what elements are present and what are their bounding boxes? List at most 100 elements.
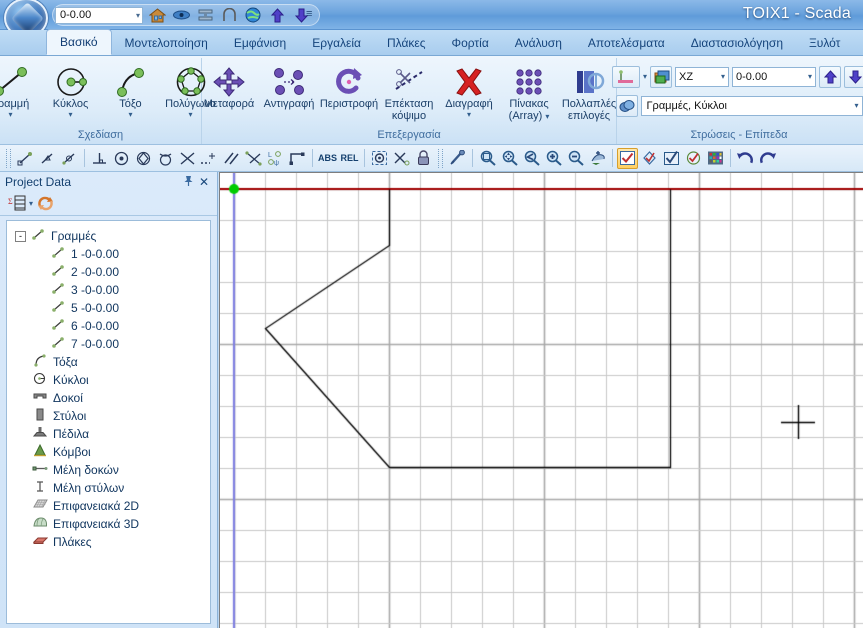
- drawing-canvas[interactable]: [219, 172, 863, 628]
- list-item[interactable]: Κόμβοι: [7, 443, 210, 461]
- layer-select-icon[interactable]: [615, 95, 638, 117]
- zoom-in-icon[interactable]: [543, 148, 564, 169]
- grid-toggle-icon[interactable]: [617, 147, 638, 169]
- tab-7[interactable]: Αποτελέσματα: [575, 31, 678, 55]
- list-item[interactable]: Κύκλοι: [7, 371, 210, 389]
- snap-endpoint-icon[interactable]: [15, 148, 36, 169]
- expander-collapse-icon[interactable]: -: [15, 230, 26, 242]
- refresh-icon[interactable]: [37, 196, 54, 211]
- draw-arc-button[interactable]: Τόξο ▾: [102, 62, 160, 119]
- tab-1[interactable]: Μοντελοποίηση: [112, 31, 221, 55]
- quick-access-more-icon[interactable]: ≡: [306, 8, 312, 20]
- toolbar-grip[interactable]: [438, 148, 443, 168]
- otrack-toggle-icon[interactable]: [683, 148, 704, 169]
- snap-from-icon[interactable]: [287, 148, 308, 169]
- snap-intersection-icon[interactable]: [177, 148, 198, 169]
- chevron-down-icon[interactable]: ▾: [854, 102, 858, 110]
- list-item[interactable]: Επιφανειακά 3D: [7, 515, 210, 533]
- arrow-up-icon[interactable]: [267, 6, 287, 24]
- list-item[interactable]: Μέλη στύλων: [7, 479, 210, 497]
- snap-lock-icon[interactable]: [413, 148, 434, 169]
- tab-8[interactable]: Διαστασιολόγηση: [678, 31, 796, 55]
- copy-button[interactable]: Αντιγραφή: [260, 62, 318, 111]
- layer-selection-combo[interactable]: Γραμμές, Κύκλοι ▾: [640, 96, 863, 116]
- zoom-out-icon[interactable]: [565, 148, 586, 169]
- pin-icon[interactable]: [180, 175, 196, 190]
- list-item[interactable]: 6 -0-0.00: [7, 317, 210, 335]
- snap-tangent-icon[interactable]: [155, 148, 176, 169]
- snap-extension-icon[interactable]: [199, 148, 220, 169]
- arch-frame-icon[interactable]: [219, 6, 239, 24]
- level-up-button[interactable]: [819, 66, 842, 88]
- house-icon[interactable]: [147, 6, 167, 24]
- snap-apparent-icon[interactable]: [243, 148, 264, 169]
- chevron-down-icon[interactable]: ▾: [467, 110, 471, 119]
- zoom-window-icon[interactable]: [477, 148, 498, 169]
- tab-4[interactable]: Πλάκες: [374, 31, 439, 55]
- tab-0[interactable]: Βασικό: [46, 29, 112, 55]
- snap-perpendicular-icon[interactable]: [89, 148, 110, 169]
- globe-icon[interactable]: [243, 6, 263, 24]
- quick-access-level-combo[interactable]: 0-0.00 ▾: [55, 6, 143, 24]
- project-data-tree[interactable]: - Γραμμές 1 -0-0.00 2 -0-0.00 3 -0-0.00 5 -0-…: [6, 220, 211, 624]
- list-item[interactable]: Επιφανειακά 2D: [7, 497, 210, 515]
- toolbar-grip[interactable]: [6, 148, 11, 168]
- level-marker-icon[interactable]: [612, 66, 640, 88]
- snap-parallel-icon[interactable]: [221, 148, 242, 169]
- chevron-down-icon[interactable]: ▾: [188, 110, 192, 119]
- draw-circle-button[interactable]: Κύκλος ▾: [42, 62, 100, 119]
- chevron-down-icon[interactable]: ▾: [8, 110, 12, 119]
- snap-center-icon[interactable]: [111, 148, 132, 169]
- summary-tree-icon[interactable]: Σ ▾: [8, 195, 33, 212]
- list-item[interactable]: 2 -0-0.00: [7, 263, 210, 281]
- tab-3[interactable]: Εργαλεία: [299, 31, 374, 55]
- level-down-button[interactable]: [844, 66, 863, 88]
- undo-icon[interactable]: [735, 148, 756, 169]
- list-item[interactable]: Πλάκες: [7, 533, 210, 551]
- delete-button[interactable]: Διαγραφή ▾: [440, 62, 498, 119]
- snap-toggle-icon[interactable]: [661, 148, 682, 169]
- list-item[interactable]: 3 -0-0.00: [7, 281, 210, 299]
- list-item[interactable]: Δοκοί: [7, 389, 210, 407]
- layers-stack-icon[interactable]: [650, 66, 673, 88]
- list-item[interactable]: Τόξα: [7, 353, 210, 371]
- list-item[interactable]: Στύλοι: [7, 407, 210, 425]
- rotate-button[interactable]: Περιστροφή: [320, 62, 378, 111]
- list-item[interactable]: - Γραμμές: [7, 227, 210, 245]
- trim-extend-button[interactable]: Επέκταση κόψιμο: [380, 62, 438, 122]
- snap-none-icon[interactable]: [391, 148, 412, 169]
- color-palette-icon[interactable]: [705, 148, 726, 169]
- snap-insertion-icon[interactable]: Lψ: [265, 148, 286, 169]
- cad-viewport[interactable]: [220, 173, 863, 628]
- list-item[interactable]: 7 -0-0.00: [7, 335, 210, 353]
- tab-9[interactable]: Ξυλότ: [796, 31, 853, 55]
- coords-absolute-icon[interactable]: ABS: [317, 148, 338, 169]
- chevron-down-icon[interactable]: ▾: [128, 110, 132, 119]
- close-icon[interactable]: ✕: [196, 175, 212, 189]
- pan-hand-icon[interactable]: [447, 148, 468, 169]
- level-combo[interactable]: 0-0.00 ▾: [732, 67, 817, 87]
- tab-6[interactable]: Ανάλυση: [502, 31, 575, 55]
- list-item[interactable]: Μέλη δοκών: [7, 461, 210, 479]
- array-button[interactable]: Πίνακας (Array) ▾: [500, 62, 558, 122]
- plane-combo[interactable]: XZ ▾: [675, 67, 730, 87]
- tab-5[interactable]: Φορτία: [439, 31, 502, 55]
- snap-quadrant-icon[interactable]: [133, 148, 154, 169]
- chevron-down-icon[interactable]: ▾: [68, 110, 72, 119]
- chevron-down-icon[interactable]: ▾: [808, 73, 812, 81]
- foundation-icon[interactable]: [195, 6, 215, 24]
- tab-2[interactable]: Εμφάνιση: [221, 31, 299, 55]
- zoom-realtime-icon[interactable]: [499, 148, 520, 169]
- zoom-extents-icon[interactable]: [587, 148, 608, 169]
- redo-icon[interactable]: [757, 148, 778, 169]
- list-item[interactable]: 1 -0-0.00: [7, 245, 210, 263]
- eye-icon[interactable]: [171, 6, 191, 24]
- chevron-down-icon[interactable]: ▾: [136, 11, 140, 20]
- chevron-down-icon[interactable]: ▾: [29, 199, 33, 208]
- coords-relative-icon[interactable]: REL: [339, 148, 360, 169]
- zoom-previous-icon[interactable]: [521, 148, 542, 169]
- chevron-down-icon[interactable]: ▾: [545, 112, 549, 121]
- ortho-toggle-icon[interactable]: [639, 148, 660, 169]
- move-button[interactable]: Μεταφορά: [200, 62, 258, 111]
- chevron-down-icon[interactable]: ▾: [721, 73, 725, 81]
